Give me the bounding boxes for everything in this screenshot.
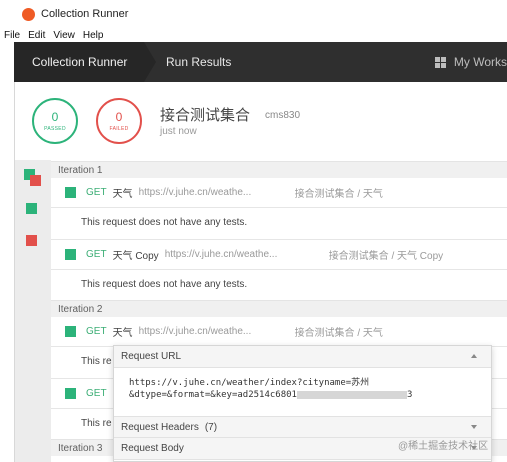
- failed-label: FAILED: [109, 125, 129, 132]
- divider: [51, 239, 507, 240]
- request-row[interactable]: GET 天气 Copy https://v.juhe.cn/weathe... …: [51, 247, 507, 262]
- workspace-switcher[interactable]: My Works: [434, 42, 507, 82]
- passed-counter: 0 PASSED: [32, 98, 78, 144]
- request-url-line-2-start: &dtype=&format=&key=ad2514c6801: [129, 390, 297, 400]
- status-pass-icon: [65, 248, 76, 260]
- no-tests-text-truncated: This re: [81, 418, 112, 429]
- status-pass-icon: [65, 186, 76, 198]
- request-url: https://v.juhe.cn/weathe...: [164, 248, 278, 260]
- request-url-value: https://v.juhe.cn/weather/index?cityname…: [114, 368, 491, 416]
- watermark: @稀土掘金技术社区: [398, 441, 489, 452]
- iteration-sidebar: [15, 160, 51, 462]
- run-summary: 0 PASSED 0 FAILED 接合测试集合 cms830 just now: [15, 82, 507, 160]
- status-pass-icon: [65, 387, 76, 399]
- request-path: 接合测试集合 / 天气 Copy: [328, 250, 444, 262]
- request-url: https://v.juhe.cn/weathe...: [138, 325, 252, 337]
- menu-edit[interactable]: Edit: [28, 30, 45, 41]
- menu-bar: File Edit View Help: [0, 28, 507, 42]
- request-headers-label: Request Headers: [121, 421, 199, 433]
- request-method: GET: [86, 325, 107, 337]
- redacted-key: [296, 390, 407, 399]
- no-tests-text: This request does not have any tests.: [81, 217, 248, 228]
- request-url-line-2: &dtype=&format=&key=ad2514c6801 3: [129, 389, 491, 401]
- request-url: https://v.juhe.cn/weathe...: [138, 186, 252, 198]
- request-body-label: Request Body: [121, 443, 184, 454]
- passed-label: PASSED: [44, 125, 66, 132]
- top-nav: Collection Runner Run Results My Works: [14, 42, 507, 82]
- passed-count: 0: [51, 109, 59, 124]
- request-name: 天气: [112, 188, 133, 200]
- iteration-3-marker[interactable]: [26, 235, 37, 246]
- iteration-1-fail-marker[interactable]: [30, 175, 41, 186]
- request-url-header[interactable]: Request URL: [114, 346, 491, 368]
- breadcrumb-collection-runner[interactable]: Collection Runner: [14, 42, 156, 82]
- iteration-header: Iteration 2: [51, 300, 507, 317]
- request-url-label: Request URL: [121, 351, 182, 362]
- menu-help[interactable]: Help: [83, 30, 104, 41]
- request-headers-count: (7): [204, 421, 218, 433]
- request-row[interactable]: GET 天气 https://v.juhe.cn/weathe... 接合测试集…: [51, 324, 507, 339]
- request-headers-section[interactable]: Request Headers (7): [114, 416, 491, 438]
- divider: [51, 269, 507, 270]
- workspace-label: My Works: [453, 55, 507, 69]
- request-path: 接合测试集合 / 天气: [294, 327, 383, 339]
- iteration-2-marker[interactable]: [26, 203, 37, 214]
- title-bar: Collection Runner: [0, 0, 507, 28]
- iteration-header: Iteration 1: [51, 161, 507, 178]
- collection-tag: cms830: [265, 110, 301, 121]
- request-method: GET: [86, 387, 107, 399]
- request-path: 接合测试集合 / 天气: [294, 188, 383, 200]
- grid-icon: [434, 56, 446, 68]
- no-tests-text-truncated: This re: [81, 356, 112, 367]
- failed-counter: 0 FAILED: [96, 98, 142, 144]
- no-tests-text: This request does not have any tests.: [81, 279, 248, 290]
- run-time: just now: [160, 126, 197, 137]
- breadcrumb-run-results[interactable]: Run Results: [166, 55, 231, 69]
- status-pass-icon: [65, 325, 76, 337]
- failed-count: 0: [115, 109, 123, 124]
- request-name: 天气: [112, 327, 133, 339]
- divider: [51, 207, 507, 208]
- chevron-down-icon[interactable]: [471, 425, 477, 429]
- collection-name: 接合测试集合: [160, 107, 251, 124]
- chevron-up-icon[interactable]: [471, 354, 477, 358]
- request-name: 天气 Copy: [112, 250, 159, 262]
- request-url-line-1: https://v.juhe.cn/weather/index?cityname…: [129, 378, 370, 388]
- request-method: GET: [86, 248, 107, 260]
- request-url-line-2-end: 3: [406, 390, 413, 400]
- request-row[interactable]: GET 天气 https://v.juhe.cn/weathe... 接合测试集…: [51, 185, 507, 200]
- window-title: Collection Runner: [41, 8, 129, 20]
- menu-view[interactable]: View: [53, 30, 75, 41]
- postman-app-icon: [22, 7, 35, 21]
- request-method: GET: [86, 186, 107, 198]
- menu-file[interactable]: File: [4, 30, 20, 41]
